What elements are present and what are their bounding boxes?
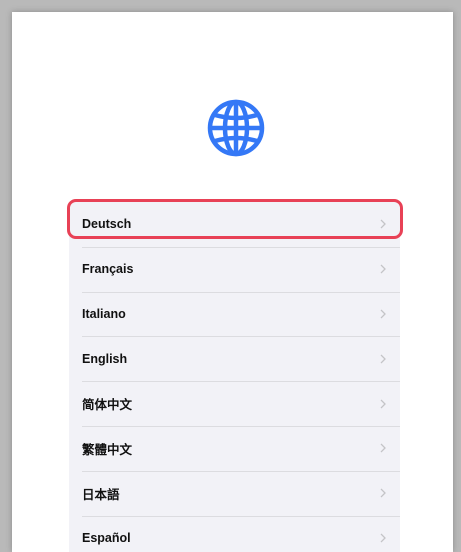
chevron-right-icon (380, 443, 386, 453)
language-item-traditional-chinese[interactable]: 繁體中文 (69, 425, 400, 471)
language-item-francais[interactable]: Français (69, 246, 400, 292)
language-label: Deutsch (82, 217, 132, 232)
chevron-right-icon (380, 488, 386, 498)
language-label: 日本語 (82, 487, 120, 502)
language-label: English (82, 351, 128, 366)
language-item-italiano[interactable]: Italiano (69, 291, 400, 337)
language-item-espanol[interactable]: Español (69, 515, 400, 552)
chevron-right-icon (380, 264, 386, 274)
language-item-japanese[interactable]: 日本語 (69, 470, 400, 516)
language-item-deutsch[interactable]: Deutsch (69, 202, 400, 247)
language-label: Español (82, 530, 131, 545)
setup-screen: Deutsch Français Italiano English 简体中文 繁… (12, 12, 453, 552)
language-list: Deutsch Français Italiano English 简体中文 繁… (69, 202, 400, 552)
language-item-simplified-chinese[interactable]: 简体中文 (69, 381, 400, 426)
chevron-right-icon (380, 399, 386, 409)
chevron-right-icon (380, 533, 386, 543)
chevron-right-icon (380, 354, 386, 364)
language-label: 简体中文 (82, 398, 133, 413)
language-label: Français (82, 262, 134, 277)
chevron-right-icon (380, 309, 386, 319)
language-label: 繁體中文 (82, 442, 133, 457)
chevron-right-icon (380, 219, 386, 229)
globe-icon (207, 99, 265, 157)
language-item-english[interactable]: English (69, 336, 400, 381)
language-label: Italiano (82, 306, 126, 321)
